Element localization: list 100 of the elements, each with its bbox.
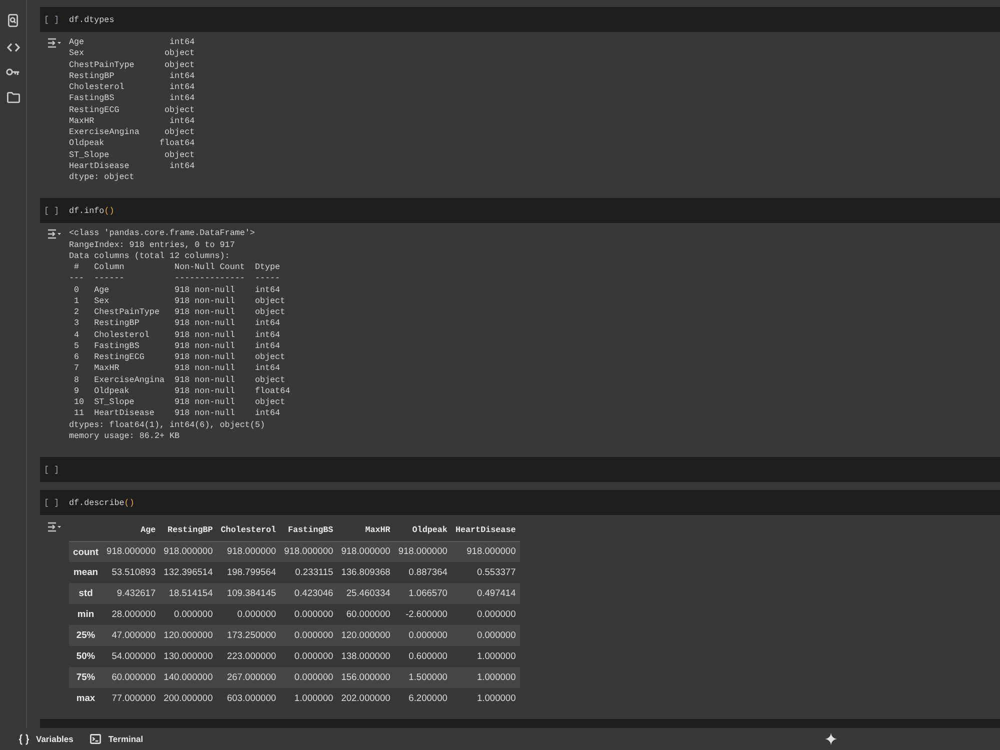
table-cell: 918.000000	[160, 541, 217, 562]
variables-button[interactable]: Variables	[14, 730, 78, 748]
table-cell: 0.000000	[394, 625, 452, 646]
table-cell: 198.799564	[216, 562, 280, 583]
key-icon[interactable]	[6, 68, 20, 76]
table-cell: 0.000000	[451, 625, 520, 646]
table-cell: 140.000000	[160, 667, 217, 688]
table-cell: 120.000000	[337, 625, 394, 646]
output-line: 2 ChestPainType 918 non-null object	[73, 307, 286, 318]
table-cell: 18.514154	[160, 583, 217, 604]
code-line: df.dtypes	[69, 14, 114, 26]
output-line: 5 FastingBS 918 non-null int64	[73, 340, 280, 352]
output-line: 3 RestingBP 918 non-null int64	[73, 318, 280, 330]
output-line: ST_Slope object	[69, 150, 195, 161]
table-cell: 0.423046	[280, 583, 338, 604]
output-line: # Column Non-Null Count Dtype	[73, 262, 280, 274]
folder-icon[interactable]	[6, 92, 20, 103]
column-header: Oldpeak	[394, 521, 452, 541]
output-menu-icon[interactable]	[47, 229, 61, 240]
table-cell: 0.600000	[394, 646, 452, 667]
table-cell: 918.000000	[280, 541, 338, 562]
table-cell: 120.000000	[160, 625, 217, 646]
output-menu-icon[interactable]	[47, 522, 61, 532]
output-line: HeartDisease int64	[69, 160, 195, 172]
table-cell: 1.000000	[451, 667, 520, 688]
run-cell-button[interactable]: [ ]	[40, 14, 69, 26]
table-cell: 918.000000	[394, 541, 452, 562]
output-line: FastingBS int64	[69, 93, 195, 104]
table-cell: 1.000000	[280, 688, 338, 709]
code-line: df.info()	[69, 204, 114, 217]
table-cell: 138.000000	[337, 646, 394, 667]
table-cell: 132.396514	[160, 562, 217, 583]
column-header: HeartDisease	[451, 521, 520, 541]
output-line: RestingECG object	[69, 104, 195, 116]
table-cell: 918.000000	[102, 541, 160, 562]
output-line: ChestPainType object	[69, 60, 195, 71]
column-header: RestingBP	[160, 521, 217, 541]
column-header: Age	[102, 521, 160, 541]
output-line: 6 RestingECG 918 non-null object	[73, 352, 286, 364]
code-cell-input[interactable]: [ ]	[40, 457, 1000, 482]
table-cell: 0.233115	[280, 562, 338, 583]
table-cell: 918.000000	[216, 541, 280, 562]
table-cell: 0.000000	[280, 604, 338, 625]
code-icon[interactable]	[6, 43, 20, 52]
table-cell: 9.432617	[102, 583, 160, 604]
output-line: RangeIndex: 918 entries, 0 to 917	[69, 240, 235, 251]
code-cell-input[interactable]: [ ] df.dtypes	[40, 7, 1000, 32]
row-header: mean	[69, 562, 103, 583]
table-cell: 54.000000	[102, 646, 160, 667]
row-header: std	[69, 583, 103, 604]
row-header: count	[69, 541, 103, 562]
table-cell: 77.000000	[102, 688, 160, 709]
table-cell: 1.066570	[394, 583, 452, 604]
table-cell: 130.000000	[160, 646, 217, 667]
output-line: 11 HeartDisease 918 non-null int64	[73, 408, 280, 420]
row-header: 25%	[69, 625, 103, 646]
table-cell: 0.000000	[280, 625, 338, 646]
table-cell: 28.000000	[102, 604, 160, 625]
row-header: 50%	[69, 646, 103, 667]
table-cell: -2.600000	[394, 604, 452, 625]
table-cell: 47.000000	[102, 625, 160, 646]
output-line: dtypes: float64(1), int64(6), object(5)	[69, 420, 266, 431]
output-line: Data columns (total 12 columns):	[69, 250, 230, 262]
table-cell: 202.000000	[337, 688, 394, 709]
output-line: 10 ST_Slope 918 non-null object	[73, 397, 286, 408]
table-cell: 223.000000	[216, 646, 280, 667]
run-cell-button[interactable]: [ ]	[40, 204, 69, 217]
code-cell-input[interactable]: [ ] df.info()	[40, 198, 1000, 224]
table-cell: 603.000000	[216, 688, 280, 709]
table-cell: 109.384145	[216, 583, 280, 604]
table-cell: 0.497414	[451, 583, 520, 604]
table-cell: 60.000000	[337, 604, 394, 625]
terminal-icon	[90, 734, 102, 744]
output-line: Oldpeak float64	[69, 138, 195, 150]
table-cell: 0.553377	[451, 562, 520, 583]
table-cell: 0.887364	[394, 562, 452, 583]
column-header: Cholesterol	[216, 521, 280, 541]
output-line: 7 MaxHR 918 non-null int64	[73, 363, 280, 374]
output-line: --- ------ -------------- -----	[69, 273, 280, 284]
sparkle-icon[interactable]	[825, 733, 837, 745]
row-header: 75%	[69, 667, 103, 688]
terminal-button[interactable]: Terminal	[86, 730, 148, 748]
output-line: MaxHR int64	[69, 116, 195, 127]
code-cell-input[interactable]: [ ] df.describe()	[40, 490, 1000, 515]
row-header: max	[69, 688, 103, 709]
column-header: MaxHR	[337, 521, 394, 541]
output-line: Sex object	[69, 48, 195, 60]
output-line: dtype: object	[69, 172, 134, 184]
table-cell: 53.510893	[102, 562, 160, 583]
output-line: memory usage: 86.2+ KB	[69, 430, 180, 442]
output-line: 9 Oldpeak 918 non-null float64	[73, 386, 290, 397]
output-menu-icon[interactable]	[47, 38, 61, 48]
table-cell: 60.000000	[102, 667, 160, 688]
run-cell-button[interactable]: [ ]	[40, 496, 69, 508]
search-document-icon[interactable]	[8, 14, 18, 27]
braces-icon	[18, 734, 30, 744]
output-line: 4 Cholesterol 918 non-null int64	[73, 330, 280, 341]
table-cell: 918.000000	[451, 541, 520, 562]
run-cell-button[interactable]: [ ]	[40, 464, 69, 476]
table-cell: 0.000000	[216, 604, 280, 625]
